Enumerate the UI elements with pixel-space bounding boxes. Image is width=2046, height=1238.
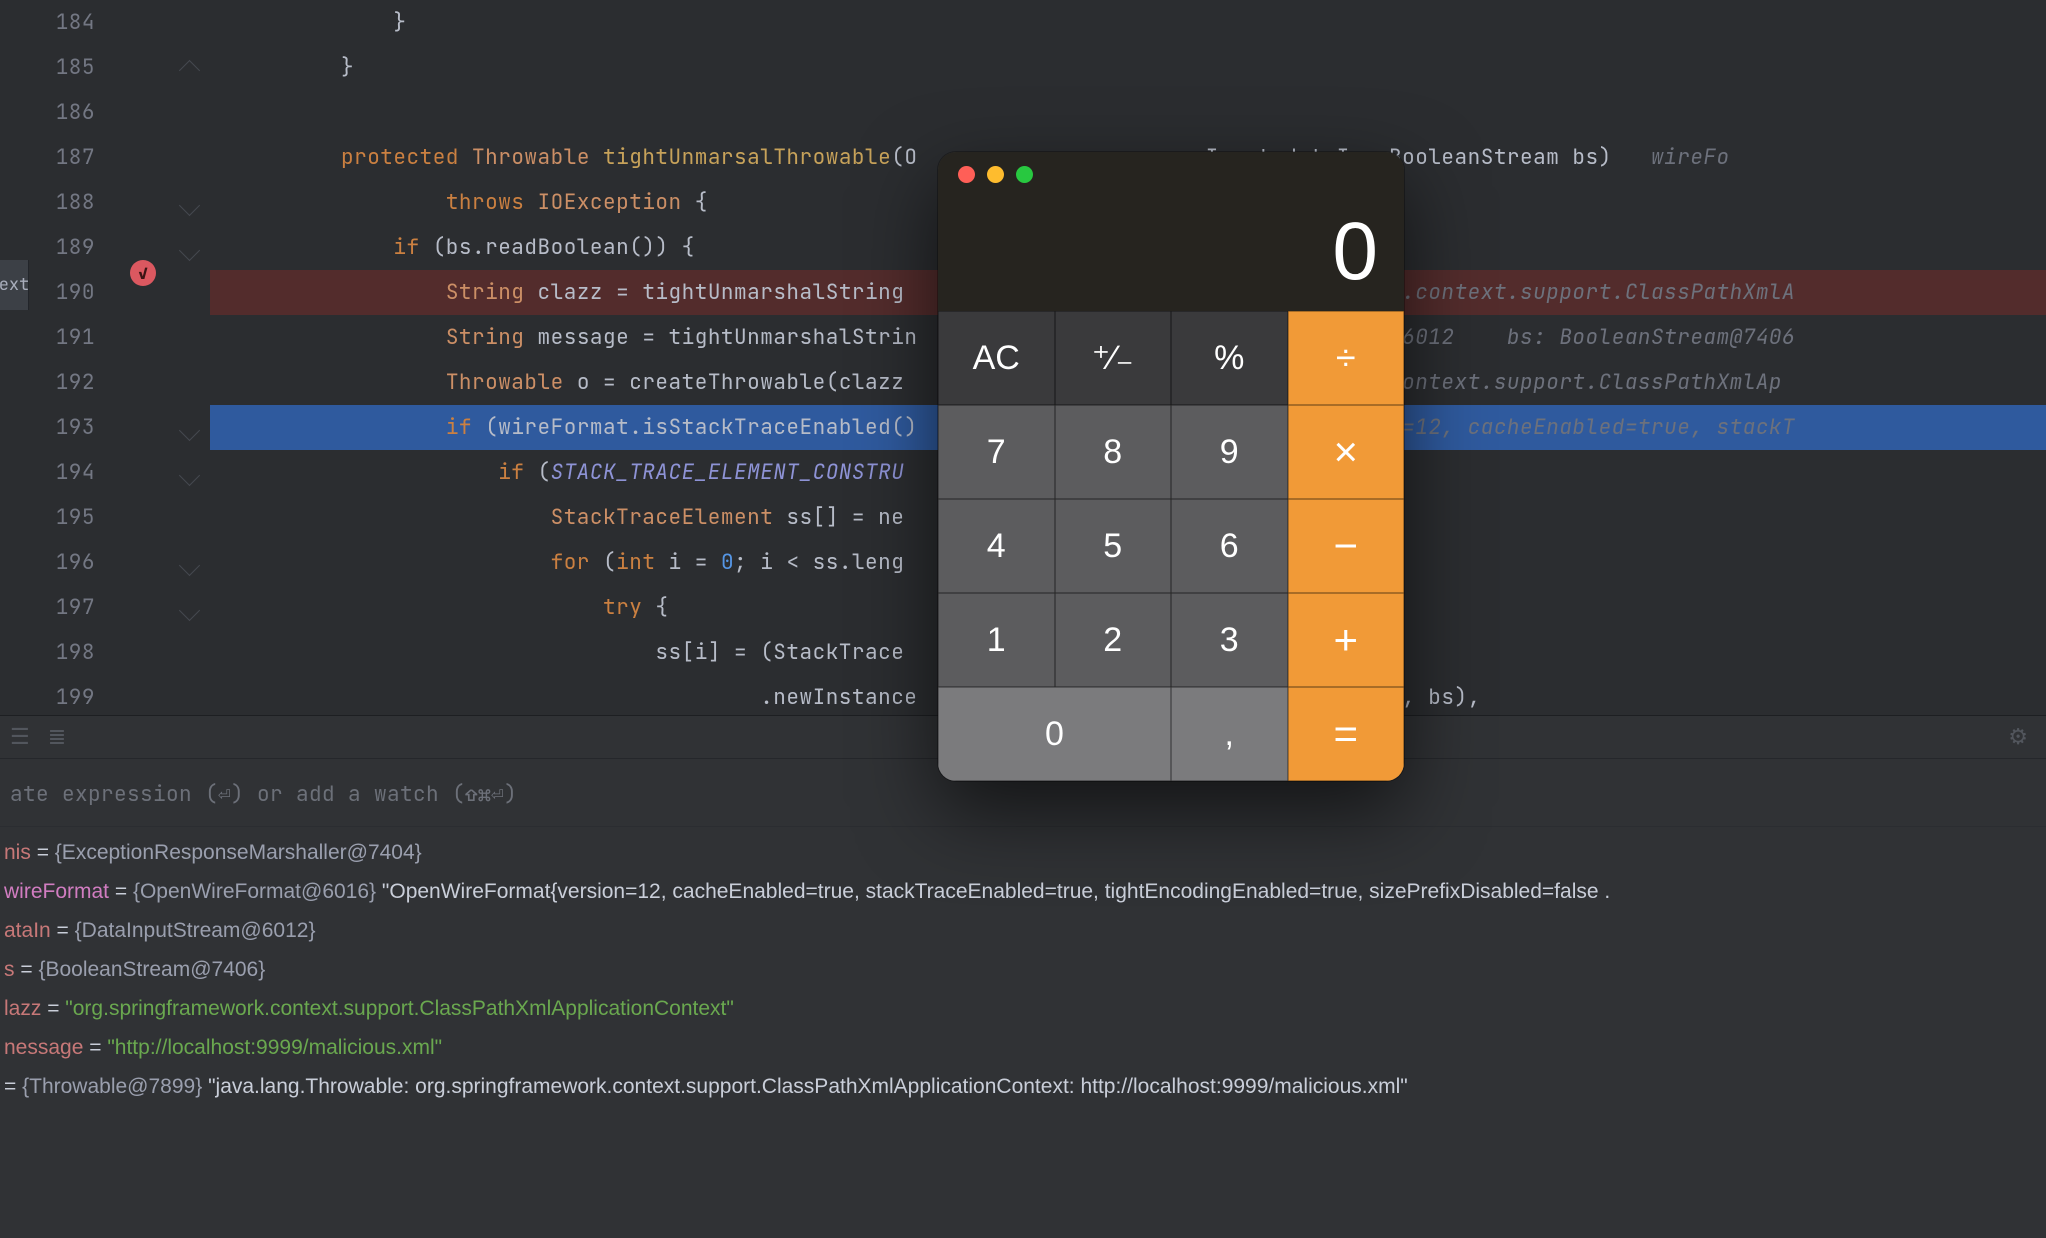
fold-icon[interactable]: [179, 420, 200, 441]
calc-key-multiply[interactable]: ×: [1288, 405, 1405, 499]
fold-icon[interactable]: [179, 465, 200, 486]
line-number[interactable]: 190: [0, 270, 95, 315]
calc-key-percent[interactable]: %: [1171, 311, 1288, 405]
variable-row[interactable]: = {Throwable@7899} "java.lang.Throwable:…: [4, 1067, 2046, 1106]
code-line[interactable]: [210, 90, 2046, 135]
line-number[interactable]: 191: [0, 315, 95, 360]
variable-row[interactable]: nessage = "http://localhost:9999/malicio…: [4, 1028, 2046, 1067]
settings-icon[interactable]: ⚙: [2008, 724, 2028, 750]
line-number[interactable]: 188: [0, 180, 95, 225]
zoom-icon[interactable]: [1016, 166, 1033, 183]
calculator-window[interactable]: 0 AC⁺∕₋%÷ 789× 456− 123+0,=: [938, 152, 1404, 781]
variable-row[interactable]: ataIn = {DataInputStream@6012}: [4, 911, 2046, 950]
line-number[interactable]: 184: [0, 0, 95, 45]
variables-view[interactable]: nis = {ExceptionResponseMarshaller@7404}…: [0, 827, 2046, 1106]
line-number[interactable]: 195: [0, 495, 95, 540]
calc-key-minus[interactable]: −: [1288, 499, 1405, 593]
calc-key-divide[interactable]: ÷: [1288, 311, 1405, 405]
line-number[interactable]: 198: [0, 630, 95, 675]
calc-key-zero[interactable]: 0: [938, 687, 1171, 781]
fold-strip[interactable]: [175, 0, 205, 715]
calc-key-eight[interactable]: 8: [1055, 405, 1172, 499]
close-icon[interactable]: [958, 166, 975, 183]
line-number[interactable]: 194: [0, 450, 95, 495]
line-number[interactable]: 186: [0, 90, 95, 135]
calc-key-clear[interactable]: AC: [938, 311, 1055, 405]
toolbar-icon[interactable]: ≣: [48, 724, 66, 750]
line-number[interactable]: 185: [0, 45, 95, 90]
line-number[interactable]: 196: [0, 540, 95, 585]
fold-icon[interactable]: [179, 600, 200, 621]
calc-key-two[interactable]: 2: [1055, 593, 1172, 687]
code-line[interactable]: }: [210, 45, 2046, 90]
calc-key-one[interactable]: 1: [938, 593, 1055, 687]
variable-row[interactable]: nis = {ExceptionResponseMarshaller@7404}: [4, 833, 2046, 872]
line-number[interactable]: 189: [0, 225, 95, 270]
calc-key-negate[interactable]: ⁺∕₋: [1055, 311, 1172, 405]
line-number[interactable]: 187: [0, 135, 95, 180]
code-line[interactable]: }: [210, 0, 2046, 45]
line-number[interactable]: 192: [0, 360, 95, 405]
calc-key-four[interactable]: 4: [938, 499, 1055, 593]
toolbar-icon[interactable]: ☰: [10, 724, 30, 750]
calc-key-seven[interactable]: 7: [938, 405, 1055, 499]
calculator-keypad: AC⁺∕₋%÷ 789× 456− 123+0,=: [938, 311, 1404, 781]
calc-key-three[interactable]: 3: [1171, 593, 1288, 687]
variable-row[interactable]: wireFormat = {OpenWireFormat@6016} "Open…: [4, 872, 2046, 911]
variable-row[interactable]: s = {BooleanStream@7406}: [4, 950, 2046, 989]
calc-key-plus[interactable]: +: [1288, 593, 1405, 687]
calc-key-five[interactable]: 5: [1055, 499, 1172, 593]
variable-row[interactable]: lazz = "org.springframework.context.supp…: [4, 989, 2046, 1028]
line-number[interactable]: 199: [0, 675, 95, 715]
fold-icon[interactable]: [179, 555, 200, 576]
traffic-lights[interactable]: [958, 166, 1384, 183]
calc-key-decimal[interactable]: ,: [1171, 687, 1288, 781]
fold-icon[interactable]: [179, 195, 200, 216]
calc-key-nine[interactable]: 9: [1171, 405, 1288, 499]
debug-panel[interactable]: ☰ ≣ ⚙ ate expression (⏎) or add a watch …: [0, 715, 2046, 1238]
calc-key-equals[interactable]: =: [1288, 687, 1405, 781]
minimize-icon[interactable]: [987, 166, 1004, 183]
line-number[interactable]: 193: [0, 405, 95, 450]
calc-key-six[interactable]: 6: [1171, 499, 1288, 593]
line-number-gutter[interactable]: 1841851861871881891901911921931941951961…: [0, 0, 95, 715]
fold-icon[interactable]: [179, 60, 200, 81]
line-number[interactable]: 197: [0, 585, 95, 630]
calculator-display: 0: [958, 183, 1384, 303]
fold-icon[interactable]: [179, 240, 200, 261]
